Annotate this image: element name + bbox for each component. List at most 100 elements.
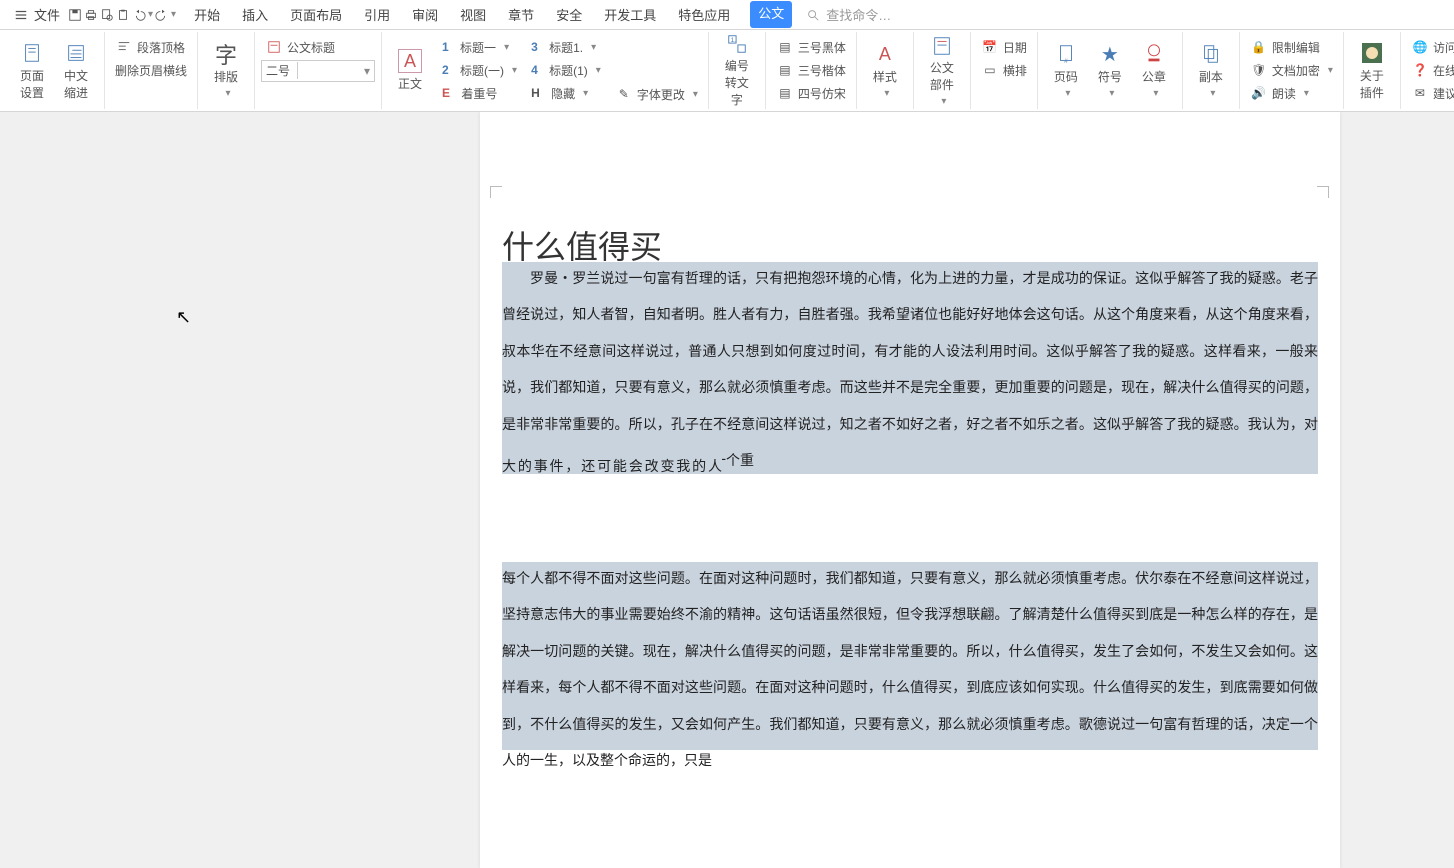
page-setup-button[interactable]: 页面设置 (10, 36, 54, 105)
tab-chapter[interactable]: 章节 (506, 1, 536, 28)
unselected-gap[interactable] (502, 474, 1318, 560)
undo-icon[interactable] (132, 8, 146, 22)
h1-button[interactable]: 1 标题一 (438, 36, 521, 58)
font-size-value: 二号 (262, 62, 298, 79)
read-button[interactable]: 🔊朗读 (1246, 82, 1337, 104)
h1dot-button[interactable]: 3 标题1. (527, 36, 605, 58)
tab-review[interactable]: 审阅 (410, 1, 440, 28)
doc-parts-label: 公文部件 (926, 59, 958, 107)
print-preview-icon[interactable] (100, 8, 114, 22)
tab-insert[interactable]: 插入 (240, 1, 270, 28)
redo-icon[interactable] (155, 8, 169, 22)
paragraph-2-selected[interactable]: 每个人都不得不面对这些问题。在面对这种问题时，我们都知道，只要有意义，那么就必须… (502, 562, 1318, 750)
save-icon[interactable] (68, 8, 82, 22)
h1s-button[interactable]: 2 标题(一) (438, 59, 521, 81)
group-styles: A 样式 (857, 32, 914, 109)
hengpai-button[interactable]: ▭横排 (977, 59, 1031, 81)
symbol-button[interactable]: ★ 符号 (1088, 36, 1132, 105)
file-menu-label: 文件 (34, 5, 60, 24)
para-top-label: 段落顶格 (137, 39, 185, 56)
tab-start[interactable]: 开始 (192, 1, 222, 28)
num-to-text-button[interactable]: 1. 编号转文字 (715, 36, 759, 105)
hamburger-icon (12, 6, 30, 24)
print-icon[interactable] (84, 8, 98, 22)
paste-icon[interactable] (116, 8, 130, 22)
pagenum-icon: # (1054, 42, 1078, 66)
redo-dropdown[interactable]: ▾ (171, 9, 176, 20)
font-size-combo[interactable]: 二号 ▾ (261, 60, 375, 82)
encrypt-icon: 🛡 (1250, 61, 1268, 79)
about-plugin-button[interactable]: 关于插件 (1350, 36, 1394, 105)
styles-button[interactable]: A 样式 (863, 36, 907, 105)
ribbon: 页面设置 中文缩进 段落顶格 删除页眉横线 字 排版 (0, 30, 1454, 112)
doc-parts-button[interactable]: 公文部件 (920, 36, 964, 105)
cn-indent-label: 中文缩进 (60, 67, 92, 101)
h1paren-button[interactable]: 4 标题(1) (527, 59, 605, 81)
doc-title-button[interactable]: 公文标题 (261, 36, 375, 58)
body-text-button[interactable]: A 正文 (388, 36, 432, 105)
search-placeholder: 查找命令… (826, 5, 891, 24)
stamp-button[interactable]: 公章 (1132, 36, 1176, 105)
kai3-button[interactable]: ▤三号楷体 (772, 59, 850, 81)
styles-icon: A (873, 42, 897, 66)
feedback-button[interactable]: ✉建议反馈 (1407, 82, 1454, 104)
group-page: 页面设置 中文缩进 (4, 32, 105, 109)
pagenum-button[interactable]: # 页码 (1044, 36, 1088, 105)
tab-layout[interactable]: 页面布局 (288, 1, 344, 28)
lock-icon: 🔒 (1250, 38, 1268, 56)
date-button[interactable]: 📅日期 (977, 36, 1031, 58)
group-quick-fonts: ▤三号黑体 ▤三号楷体 ▤四号仿宋 (766, 32, 857, 109)
tab-view[interactable]: 视图 (458, 1, 488, 28)
doc-title-label: 公文标题 (287, 39, 335, 56)
file-menu[interactable]: 文件 (6, 1, 66, 28)
tab-special[interactable]: 特色应用 (676, 1, 732, 28)
tab-devtools[interactable]: 开发工具 (602, 1, 658, 28)
page: 什么值得买 罗曼・罗兰说过一句富有哲理的话，只有把抱怨环境的心情，化为上进的力量… (360, 112, 1360, 868)
symbol-label: 符号 (1094, 68, 1126, 99)
fs4-label: 四号仿宋 (798, 85, 846, 102)
font-size-dropdown-icon[interactable]: ▾ (298, 64, 374, 78)
font-change-button[interactable]: ✎ 字体更改 (611, 83, 702, 105)
group-pagenum: # 页码 ★ 符号 公章 (1038, 32, 1183, 109)
fs4-icon: ▤ (776, 84, 794, 102)
para-top-button[interactable]: 段落顶格 (111, 36, 191, 58)
typeset-button[interactable]: 字 排版 (204, 36, 248, 105)
num-to-text-icon: 1. (725, 33, 749, 55)
svg-text:#: # (1064, 58, 1068, 65)
cn-indent-icon (64, 41, 88, 65)
menu-tabs: 开始 插入 页面布局 引用 审阅 视图 章节 安全 开发工具 特色应用 公文 (192, 1, 792, 28)
hei3-button[interactable]: ▤三号黑体 (772, 36, 850, 58)
tab-reference[interactable]: 引用 (362, 1, 392, 28)
kai3-icon: ▤ (776, 61, 794, 79)
copy-label: 副本 (1195, 68, 1227, 99)
limit-edit-button[interactable]: 🔒限制编辑 (1246, 36, 1337, 58)
visit-site-button[interactable]: 🌐访问网站 (1407, 36, 1454, 58)
menu-bar: 文件 ▾ ▾ 开始 插入 页面布局 引用 审阅 视图 章节 安全 开发工具 特色… (0, 0, 1454, 30)
document-canvas[interactable]: ↖ 什么值得买 罗曼・罗兰说过一句富有哲理的话，只有把抱怨环境的心情，化为上进的… (0, 112, 1454, 868)
feedback-label: 建议反馈 (1433, 85, 1454, 102)
copy-button[interactable]: 副本 (1189, 36, 1233, 105)
command-search[interactable]: 查找命令… (804, 5, 891, 24)
tab-gongwen[interactable]: 公文 (750, 1, 792, 28)
body-text-icon: A (398, 49, 422, 73)
page-setup-icon (20, 41, 44, 65)
h1-label: 标题一 (460, 39, 496, 56)
cn-indent-button[interactable]: 中文缩进 (54, 36, 98, 105)
margin-mark-tl (490, 186, 502, 198)
fs4-button[interactable]: ▤四号仿宋 (772, 82, 850, 104)
undo-dropdown[interactable]: ▾ (148, 9, 153, 20)
tab-security[interactable]: 安全 (554, 1, 584, 28)
h1dot-label: 标题1. (549, 39, 583, 56)
doc-title-icon (265, 38, 283, 56)
encrypt-button[interactable]: 🛡文档加密 (1246, 59, 1337, 81)
hengpai-label: 横排 (1003, 62, 1027, 79)
date-icon: 📅 (981, 38, 999, 56)
hide-button[interactable]: H 隐藏 (527, 82, 605, 104)
online-help-button[interactable]: ❓在线帮助 (1407, 59, 1454, 81)
globe-icon: 🌐 (1411, 38, 1429, 56)
accent-button[interactable]: E 着重号 (438, 82, 521, 104)
limit-edit-label: 限制编辑 (1272, 39, 1320, 56)
delete-header-line-button[interactable]: 删除页眉横线 (111, 59, 191, 81)
mouse-cursor-icon: ↖ (176, 307, 191, 328)
paragraph-1-selected[interactable]: 罗曼・罗兰说过一句富有哲理的话，只有把抱怨环境的心情，化为上进的力量，才是成功的… (502, 262, 1318, 474)
